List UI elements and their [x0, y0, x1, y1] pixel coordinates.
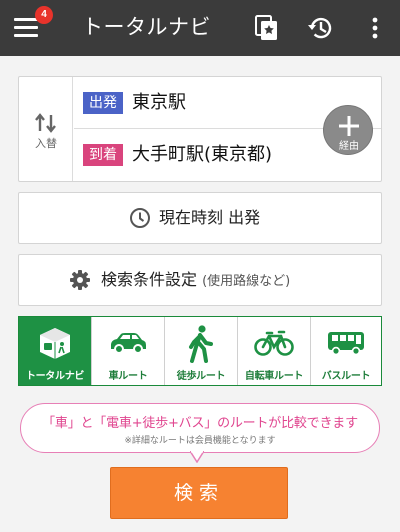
hamburger-icon [14, 18, 38, 21]
arrival-station: 大手町駅(東京都) [132, 144, 273, 165]
menu-button[interactable]: 4 [14, 6, 53, 39]
comparison-message: 「車」と「電車+徒歩+バス」のルートが比較できます [42, 416, 358, 431]
via-label: 経由 [339, 141, 359, 152]
tab-bicycle-route[interactable]: 自転車ルート [238, 317, 311, 385]
plus-icon [339, 116, 359, 136]
swap-button[interactable]: 入替 [19, 77, 73, 181]
arrival-tag: 到着 [83, 144, 123, 166]
departure-tag: 出発 [83, 92, 123, 114]
departure-time-label: 現在時刻 出発 [159, 208, 261, 227]
swap-label: 入替 [35, 137, 57, 150]
app-header: 4 トータルナビ [0, 0, 400, 56]
tab-car-route-label: 車ルート [108, 371, 148, 382]
search-conditions-button[interactable]: 検索条件設定 (使用路線など) [18, 254, 382, 306]
departure-time-button[interactable]: 現在時刻 出発 [18, 192, 382, 244]
bus-icon [328, 332, 364, 356]
bubble-tail [190, 451, 204, 463]
app-title: トータルナビ [82, 15, 211, 39]
bicycle-icon [254, 330, 294, 356]
more-vertical-icon[interactable] [360, 13, 390, 43]
walking-icon [189, 325, 213, 363]
gear-icon [70, 270, 90, 290]
tab-bus-route[interactable]: バスルート [311, 317, 381, 385]
conditions-main-label: 検索条件設定 [101, 270, 198, 289]
comparison-info-bubble: 「車」と「電車+徒歩+バス」のルートが比較できます ※詳細なルートは会員機能とな… [20, 403, 380, 453]
via-button[interactable]: 経由 [323, 105, 373, 155]
search-button[interactable]: 検索 [110, 467, 288, 519]
total-navi-icon [40, 328, 70, 359]
history-icon[interactable] [305, 13, 335, 43]
hamburger-icon-bar [14, 26, 38, 29]
notification-badge: 4 [35, 6, 53, 24]
tab-total-navi[interactable]: トータルナビ [19, 317, 92, 385]
departure-station: 東京駅 [132, 92, 186, 113]
tab-walking-route[interactable]: 徒歩ルート [165, 317, 238, 385]
tab-bicycle-route-label: 自転車ルート [244, 371, 304, 382]
hamburger-icon-bar [14, 34, 38, 37]
swap-icon [35, 113, 56, 133]
member-feature-note: ※詳細なルートは会員機能となります [124, 436, 276, 446]
car-icon [111, 333, 146, 354]
tab-total-navi-label: トータルナビ [25, 371, 85, 382]
bookmark-list-icon[interactable] [252, 13, 282, 43]
clock-icon [130, 208, 150, 228]
search-conditions-label: 検索条件設定 (使用路線など) [101, 268, 290, 294]
tab-car-route[interactable]: 車ルート [92, 317, 165, 385]
tab-walking-route-label: 徒歩ルート [176, 371, 226, 382]
route-mode-tabs: トータルナビ 車ルート 徒歩ルート 自転車ルート バスルート [18, 316, 382, 386]
tab-bus-route-label: バスルート [321, 371, 371, 382]
conditions-sub-label: (使用路線など) [202, 274, 291, 289]
